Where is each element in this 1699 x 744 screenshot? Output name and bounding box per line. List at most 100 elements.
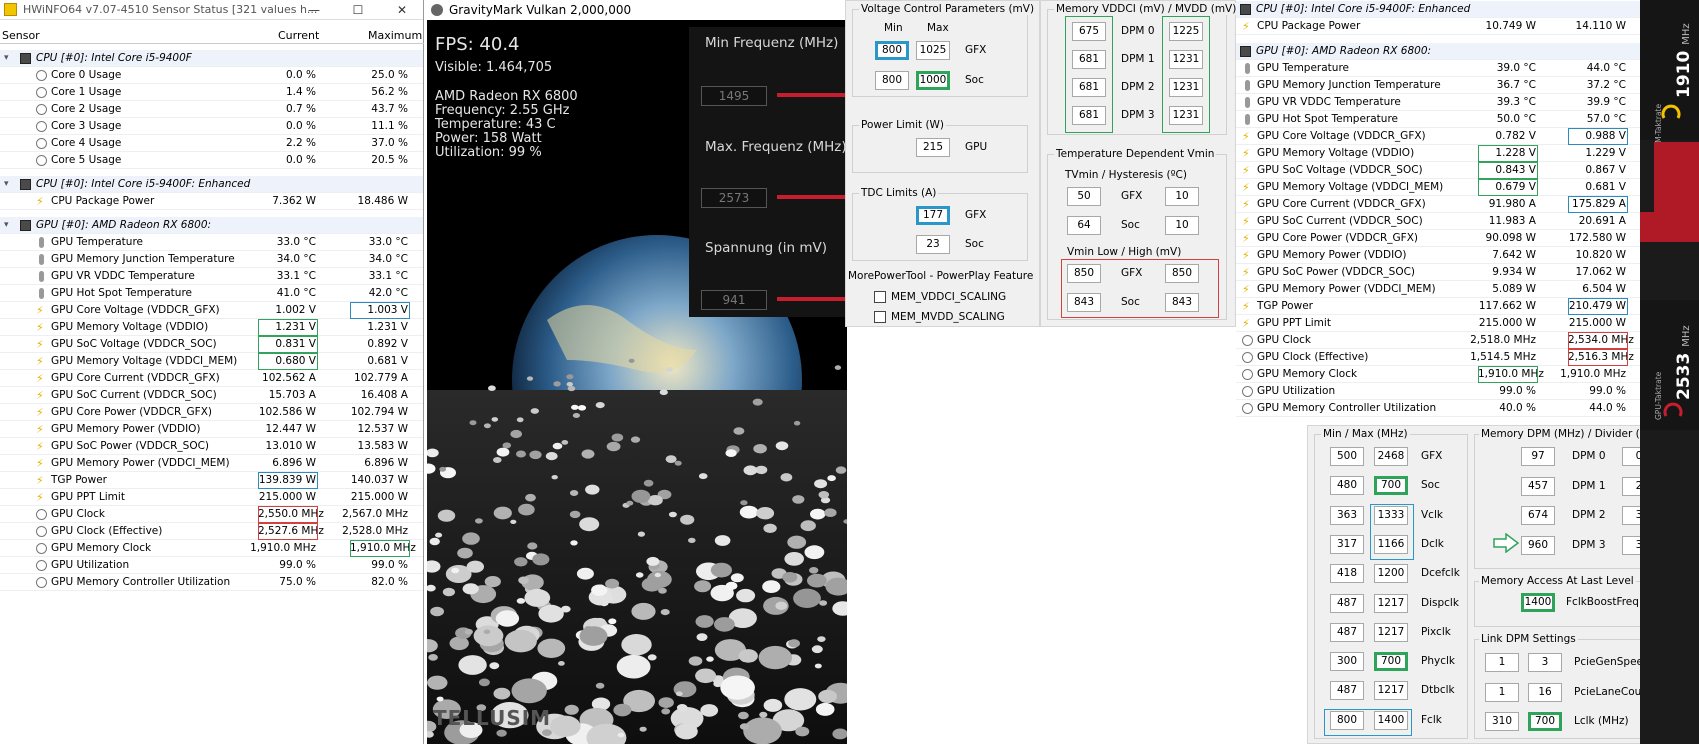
vddci-dpm-input[interactable]: 681 [1072,50,1106,69]
sensor-row[interactable]: GPU Memory Controller Utilization 75.0 % 8… [0,574,423,591]
clock-min-input[interactable]: 363 [1330,505,1364,525]
memory-dpm-input[interactable]: 97 [1521,447,1555,466]
sensor-row[interactable]: Core 3 Usage 0.0 % 11.1 % [0,118,423,135]
vmin-high-soc-input[interactable]: 843 [1165,293,1199,312]
clock-max-input[interactable]: 1217 [1374,593,1408,613]
sensor-row[interactable]: GPU Clock 2,518.0 MHz 2,534.0 MHz [1236,332,1640,349]
min-freq-slider[interactable] [777,93,847,97]
mem-mvdd-scaling-checkbox[interactable] [874,311,886,323]
fclk-boost-input[interactable]: 1400 [1521,593,1555,612]
sensor-row[interactable]: ⚡ GPU Memory Voltage (VDDIO) 1.228 V 1.229 … [1236,145,1640,162]
power-limit-input[interactable]: 215 [916,138,950,157]
sensor-row[interactable]: ⚡ GPU Core Voltage (VDDCR_GFX) 0.782 V 0.98… [1236,128,1640,145]
sensor-row[interactable]: ⚡ CPU Package Power 7.362 W 18.486 W [0,193,423,210]
clock-min-input[interactable]: 487 [1330,593,1364,613]
clock-min-input[interactable]: 317 [1330,534,1364,554]
sensor-row[interactable]: ⚡ GPU SoC Voltage (VDDCR_SOC) 0.843 V 0.867… [1236,162,1640,179]
tdc-soc-input[interactable]: 23 [916,235,950,254]
sensor-row[interactable]: GPU Utilization 99.0 % 99.0 % [1236,383,1640,400]
link-max-input[interactable]: 700 [1528,712,1562,731]
sensor-row[interactable]: ⚡ GPU Core Current (VDDCR_GFX) 102.562 A 10… [0,370,423,387]
mem-vddci-scaling-checkbox[interactable] [874,291,886,303]
mvdd-dpm-input[interactable]: 1231 [1169,50,1203,69]
min-freq-field[interactable]: 1495 [701,86,767,106]
sensor-row[interactable]: ⚡ GPU SoC Current (VDDCR_SOC) 11.983 A 20.6… [1236,213,1640,230]
clock-max-input[interactable]: 2468 [1374,447,1408,466]
mvdd-dpm-input[interactable]: 1225 [1169,22,1203,41]
sensor-row[interactable]: ⚡ GPU Memory Voltage (VDDCI_MEM) 0.679 V 0.… [1236,179,1640,196]
sensor-row[interactable]: ⚡ GPU Memory Power (VDDIO) 12.447 W 12.537 … [0,421,423,438]
sensor-row[interactable]: GPU Memory Clock 1,910.0 MHz 1,910.0 MHz [1236,366,1640,383]
sensor-row[interactable]: ⚡ GPU Memory Voltage (VDDIO) 1.231 V 1.231 … [0,319,423,336]
sensor-row[interactable]: Core 0 Usage 0.0 % 25.0 % [0,67,423,84]
sensor-row[interactable]: Core 5 Usage 0.0 % 20.5 % [0,152,423,169]
voltage-slider[interactable] [777,297,847,301]
sensor-group-header[interactable]: GPU [#0]: AMD Radeon RX 6800: [1236,43,1640,60]
sensor-group-header[interactable]: ▾ CPU [#0]: Intel Core i5-9400F: Enhanced [0,176,423,193]
sensor-row[interactable]: GPU VR VDDC Temperature 39.3 °C 39.9 °C [1236,94,1640,111]
mvdd-dpm-input[interactable]: 1231 [1169,106,1203,125]
sensor-row[interactable]: ⚡ CPU Package Power 10.749 W 14.110 W [1236,18,1640,35]
tdc-gfx-input[interactable]: 177 [916,206,950,225]
sensor-row[interactable]: ⚡ GPU Core Voltage (VDDCR_GFX) 1.002 V 1.00… [0,302,423,319]
sensor-row[interactable]: Core 4 Usage 2.2 % 37.0 % [0,135,423,152]
sensor-row[interactable]: ⚡ GPU SoC Voltage (VDDCR_SOC) 0.831 V 0.892… [0,336,423,353]
sensor-row[interactable]: ⚡ GPU SoC Power (VDDCR_SOC) 9.934 W 17.062 … [1236,264,1640,281]
expand-chevron-icon[interactable]: ▾ [4,176,9,193]
sensor-row[interactable]: GPU Memory Controller Utilization 40.0 % 4… [1236,400,1640,417]
sensor-row[interactable]: GPU Memory Clock 1,910.0 MHz 1,910.0 MHz [0,540,423,557]
gfx-min-voltage-input[interactable]: 800 [875,41,909,60]
sensor-row[interactable]: ⚡ GPU Memory Power (VDDCI_MEM) 6.896 W 6.89… [0,455,423,472]
soc-min-voltage-input[interactable]: 800 [875,71,909,90]
minimize-icon[interactable]: — [292,0,336,20]
max-freq-slider[interactable] [777,195,847,199]
link-max-input[interactable]: 3 [1528,653,1562,672]
clock-min-input[interactable]: 300 [1330,652,1364,672]
sensor-row[interactable]: ⚡ GPU Core Current (VDDCR_GFX) 91.980 A 175… [1236,196,1640,213]
memory-dpm-input[interactable]: 960 [1521,535,1555,555]
voltage-field[interactable]: 941 [701,290,767,310]
sensor-row[interactable]: GPU Memory Junction Temperature 36.7 °C 37… [1236,77,1640,94]
link-min-input[interactable]: 1 [1485,653,1519,672]
link-min-input[interactable]: 1 [1485,682,1519,702]
sensor-row[interactable]: GPU Temperature 39.0 °C 44.0 °C [1236,60,1640,77]
gfx-max-voltage-input[interactable]: 1025 [916,41,950,60]
sensor-group-header[interactable]: ▾ CPU [#0]: Intel Core i5-9400F [0,50,423,67]
sensor-row[interactable]: ⚡ GPU Memory Voltage (VDDCI_MEM) 0.680 V 0.… [0,353,423,370]
soc-max-voltage-input[interactable]: 1000 [916,71,950,90]
sensor-row[interactable]: ⚡ TGP Power 139.839 W 140.037 W [0,472,423,489]
memory-dpm-input[interactable]: 674 [1521,506,1555,525]
sensor-row[interactable]: ⚡ TGP Power 117.662 W 210.479 W [1236,298,1640,315]
column-maximum[interactable]: Maximum [368,29,422,42]
sensor-row[interactable]: ⚡ GPU Core Power (VDDCR_GFX) 102.586 W 102.… [0,404,423,421]
clock-max-input[interactable]: 1200 [1374,564,1408,584]
clock-min-input[interactable]: 418 [1330,564,1364,584]
sensor-row[interactable]: GPU Clock (Effective) 1,514.5 MHz 2,516.3 … [1236,349,1640,366]
sensor-row[interactable]: ⚡ GPU SoC Current (VDDCR_SOC) 15.703 A 16.4… [0,387,423,404]
column-current[interactable]: Current [278,29,319,42]
maximize-icon[interactable]: ☐ [336,0,380,20]
sensor-row[interactable]: ⚡ GPU Memory Power (VDDCI_MEM) 5.089 W 6.50… [1236,281,1640,298]
link-max-input[interactable]: 16 [1528,682,1562,702]
sensor-row[interactable]: GPU Utilization 99.0 % 99.0 % [0,557,423,574]
sensor-row[interactable]: ⚡ GPU Memory Power (VDDIO) 7.642 W 10.820 W [1236,247,1640,264]
sensor-group-header[interactable]: CPU [#0]: Intel Core i5-9400F: Enhanced [1236,1,1640,18]
clock-min-input[interactable]: 500 [1330,447,1364,466]
sensor-row[interactable]: Core 1 Usage 1.4 % 56.2 % [0,84,423,101]
vddci-dpm-input[interactable]: 681 [1072,106,1106,125]
vddci-dpm-input[interactable]: 681 [1072,78,1106,97]
expand-chevron-icon[interactable]: ▾ [4,217,9,234]
sensor-row[interactable]: GPU Clock 2,550.0 MHz 2,567.0 MHz [0,506,423,523]
sensor-row[interactable]: Core 2 Usage 0.7 % 43.7 % [0,101,423,118]
sensor-row[interactable]: GPU Hot Spot Temperature 41.0 °C 42.0 °C [0,285,423,302]
expand-chevron-icon[interactable]: ▾ [4,50,9,67]
tvmin-soc-input[interactable]: 64 [1067,216,1101,235]
sensor-row[interactable]: ⚡ GPU Core Power (VDDCR_GFX) 90.098 W 172.5… [1236,230,1640,247]
tvmin-gfx-input[interactable]: 50 [1067,187,1101,206]
vmin-high-gfx-input[interactable]: 850 [1165,264,1199,283]
clock-min-input[interactable]: 487 [1330,681,1364,701]
clock-max-input[interactable]: 700 [1374,652,1408,672]
clock-min-input[interactable]: 487 [1330,622,1364,642]
vmin-low-gfx-input[interactable]: 850 [1067,264,1101,283]
hysteresis-soc-input[interactable]: 10 [1165,216,1199,235]
